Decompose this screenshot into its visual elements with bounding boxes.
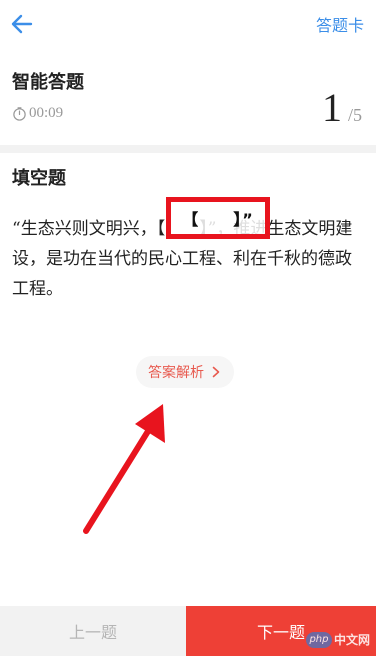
total-questions: /5 <box>347 105 362 125</box>
arrow-left-icon <box>11 14 33 34</box>
answer-analysis-label: 答案解析 <box>148 365 204 381</box>
section-divider <box>0 145 376 153</box>
question-progress: 1 /5 <box>322 84 362 131</box>
stopwatch-icon <box>13 106 26 121</box>
answer-analysis-button[interactable]: 答案解析 <box>136 356 234 388</box>
annotation-arrow-head <box>135 404 165 443</box>
current-question-number: 1 <box>321 85 342 130</box>
chevron-right-icon <box>212 366 220 378</box>
timer-value: 00:09 <box>29 104 64 121</box>
back-button[interactable] <box>6 8 38 40</box>
top-bar: 答题卡 <box>0 0 376 48</box>
timer: 00:09 <box>12 104 63 122</box>
page-title: 智能答题 <box>12 72 84 93</box>
watermark-logo: php <box>305 631 332 648</box>
answer-card-button[interactable]: 答题卡 <box>316 12 364 36</box>
annotation-arrow-shaft <box>83 425 153 534</box>
watermark-text: 中文网 <box>333 633 370 647</box>
annotation-arrow <box>83 404 165 534</box>
question-type-label: 填空题 <box>12 168 66 189</box>
blank-highlight-box: 【 】” <box>166 197 270 239</box>
watermark: php 中文网 <box>305 631 370 648</box>
previous-question-button[interactable]: 上一题 <box>0 606 186 656</box>
